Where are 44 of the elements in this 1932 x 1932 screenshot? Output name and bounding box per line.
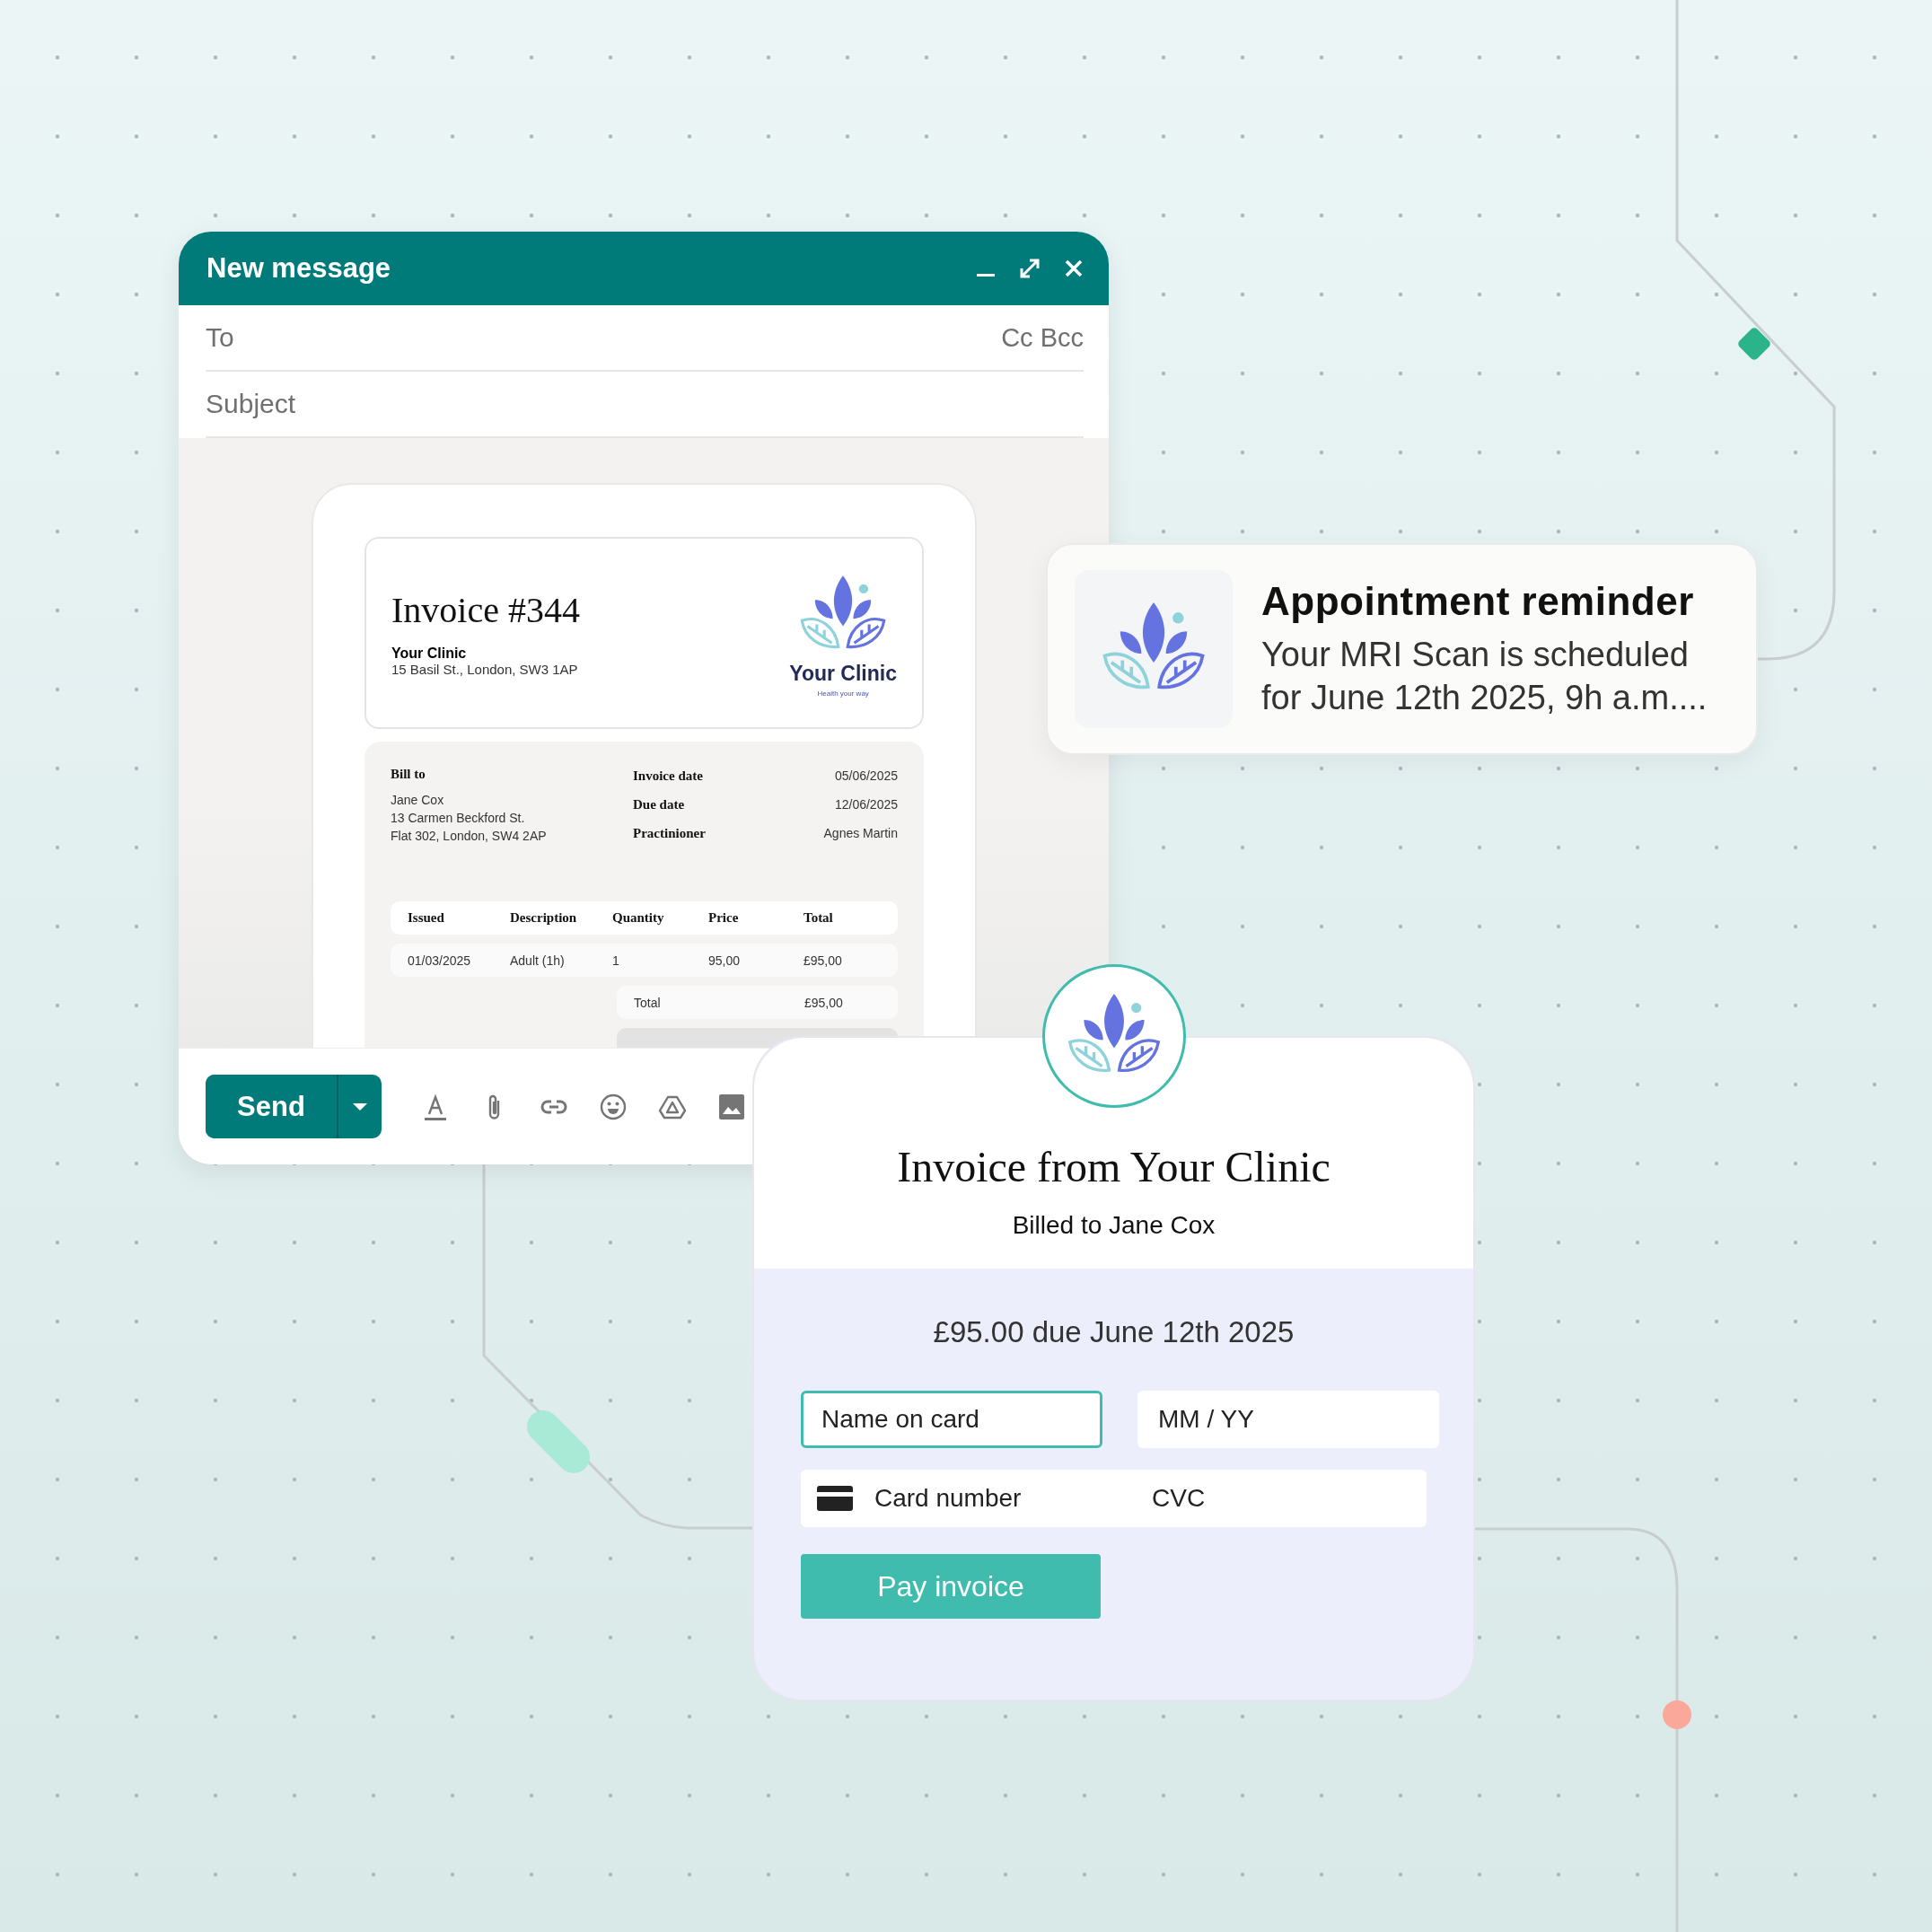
table-cell-text: 01/03/2025 (408, 952, 472, 970)
window-title: New message (206, 252, 391, 285)
credit-card-icon (817, 1486, 853, 1511)
clinic-address: 15 Basil St., London, SW3 1AP (391, 662, 579, 677)
column-header: Description (510, 910, 578, 926)
column-header: Price (708, 910, 740, 926)
detail-value: Agnes Martin (823, 825, 898, 842)
address-line: 13 Carmen Beckford St. (391, 810, 526, 827)
detail-label: Practinioner (633, 825, 706, 841)
clinic-name: Your Clinic (391, 645, 468, 662)
send-button[interactable]: Send (206, 1075, 338, 1138)
table-cell-text: Adult (1h) (510, 952, 566, 970)
address-line: Jane Cox (391, 792, 445, 809)
bill-to-label: Bill to (391, 767, 426, 782)
invoice-title: Invoice #344 (391, 589, 580, 631)
table-cell-text: 95,00 (708, 952, 742, 970)
table-cell-text: £95,00 (804, 952, 843, 970)
total-value: £95,00 (804, 994, 844, 1012)
cc-bcc-link[interactable]: Cc Bcc (1001, 322, 1084, 353)
billed-to-text: Billed to Jane Cox (1012, 1211, 1216, 1240)
table-cell-text: 1 (612, 952, 620, 970)
to-field[interactable]: To (206, 322, 1002, 353)
close-icon[interactable] (1064, 259, 1084, 278)
logo-tagline: Health your way (817, 689, 869, 698)
cvc-field[interactable]: CVC (1152, 1484, 1287, 1513)
detail-label: Invoice date (633, 768, 703, 784)
detail-label: Due date (633, 796, 685, 812)
column-header: Quantity (612, 910, 665, 926)
dot-marker (1663, 1700, 1691, 1729)
reminder-title: Appointment reminder (1261, 579, 1695, 624)
detail-value: 12/06/2025 (834, 796, 898, 813)
subject-field[interactable]: Subject (206, 389, 1084, 419)
amount-due-text: £95.00 due June 12th 2025 (932, 1315, 1295, 1349)
detail-value: 05/06/2025 (834, 768, 898, 785)
total-label: Total (634, 994, 662, 1012)
payment-title: Invoice from Your Clinic (897, 1142, 1330, 1191)
card-number-field[interactable]: Card number (874, 1484, 1130, 1513)
expand-icon[interactable] (1019, 258, 1041, 279)
card-input-field[interactable]: Name on card (801, 1391, 1102, 1448)
column-header: Total (804, 910, 834, 926)
address-line: Flat 302, London, SW4 2AP (391, 828, 548, 845)
column-header: Issued (408, 910, 445, 926)
reminder-message: Your MRI Scan is scheduled for June 12th 2025, 9h a.m.... (1261, 635, 1708, 718)
logo-name: Your Clinic (789, 662, 897, 686)
